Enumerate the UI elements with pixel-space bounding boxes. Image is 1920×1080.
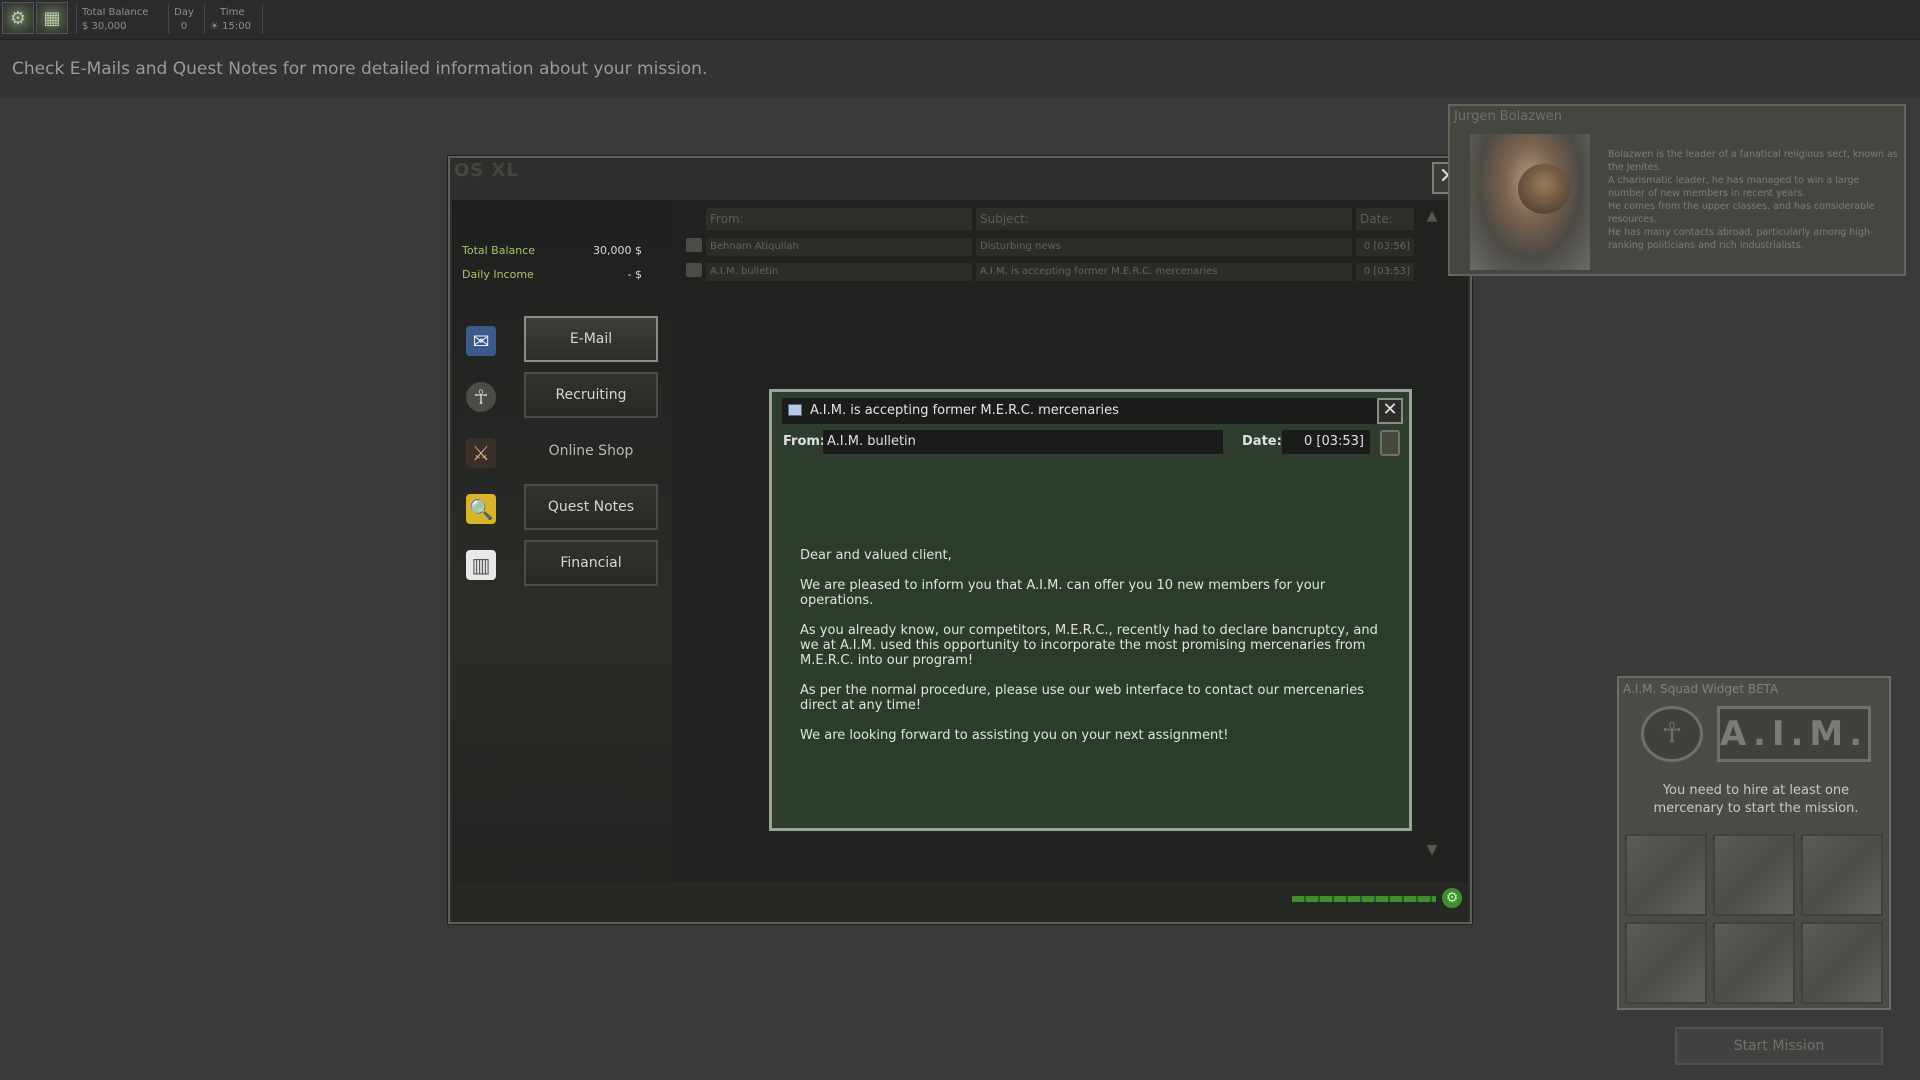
column-header-date[interactable]: Date: (1356, 208, 1414, 230)
sidebar-item-recruiting[interactable]: ☥ Recruiting (462, 372, 662, 420)
mail-read-icon (686, 263, 702, 277)
email-date: 0 [03:53] (1356, 263, 1414, 281)
sun-icon: ☀ (210, 21, 219, 32)
total-balance-label: Total Balance (82, 7, 149, 18)
message-paragraph: We are pleased to inform you that A.I.M.… (800, 578, 1326, 608)
mission-hint-text: Check E-Mails and Quest Notes for more d… (12, 59, 708, 79)
mission-hint-banner: Check E-Mails and Quest Notes for more d… (0, 40, 1920, 98)
squad-widget: A.I.M. Squad Widget BETA ☥ A.I.M. You ne… (1617, 676, 1891, 1010)
shop-icon: ⚔ (466, 438, 496, 468)
bio-line: He comes from the upper classes, and has… (1608, 201, 1875, 225)
day-label: Day (174, 7, 194, 18)
divider (204, 4, 205, 34)
day-display: Day 0 (174, 6, 194, 34)
aim-logo: A.I.M. (1717, 706, 1871, 762)
mercenary-slot[interactable] (1801, 922, 1883, 1004)
financial-button[interactable]: Financial (524, 540, 658, 586)
message-paragraph: Dear and valued client, (800, 548, 952, 563)
scroll-down-arrow-icon[interactable]: ▼ (1420, 842, 1444, 864)
message-paragraph: As you already know, our competitors, M.… (800, 623, 1378, 668)
email-from: Behnam Atiqullah (706, 238, 972, 256)
time-display: Time ☀ 15:00 (210, 6, 251, 34)
recruiting-button[interactable]: Recruiting (524, 372, 658, 418)
message-close-button[interactable]: ✕ (1377, 398, 1403, 424)
daily-income-value: - $ (627, 268, 642, 281)
mercenary-slot[interactable] (1625, 834, 1707, 916)
message-body: Dear and valued client, We are pleased t… (782, 464, 1402, 816)
sidebar-item-online-shop[interactable]: ⚔ Online Shop (462, 428, 662, 476)
folder-search-icon: 🔍 (466, 494, 496, 524)
aim-icon: ☥ (1641, 706, 1703, 762)
mercenary-slot[interactable] (1713, 834, 1795, 916)
character-name: Jurgen Bolazwen (1454, 109, 1562, 124)
mercenary-slot[interactable] (1801, 834, 1883, 916)
map-icon[interactable]: ▦ (36, 2, 68, 34)
column-header-subject[interactable]: Subject: (976, 208, 1352, 230)
squad-message: You need to hire at least one mercenary … (1653, 783, 1859, 816)
message-title-bar: A.I.M. is accepting former M.E.R.C. merc… (782, 398, 1380, 424)
character-portrait-panel: Jurgen Bolazwen Bolazwen is the leader o… (1448, 104, 1906, 276)
trash-icon[interactable] (1380, 430, 1400, 456)
start-mission-button[interactable]: Start Mission (1675, 1027, 1883, 1065)
loading-progress-bar (1292, 896, 1436, 902)
mercenary-slot[interactable] (1625, 922, 1707, 1004)
character-portrait (1470, 134, 1590, 270)
laptop-daily-income: Daily Income - $ (462, 268, 642, 281)
sidebar-item-quest-notes[interactable]: 🔍 Quest Notes (462, 484, 662, 532)
date-label: Date: (1242, 434, 1282, 449)
email-date: 0 [03:56] (1356, 238, 1414, 256)
email-from: A.I.M. bulletin (706, 263, 972, 281)
email-message-dialog: A.I.M. is accepting former M.E.R.C. merc… (769, 389, 1412, 831)
bio-line: Bolazwen is the leader of a fanatical re… (1608, 149, 1898, 173)
bio-line: He has many contacts abroad, particularl… (1608, 227, 1874, 251)
quest-notes-button[interactable]: Quest Notes (524, 484, 658, 530)
divider (76, 4, 77, 34)
close-icon: ✕ (1382, 399, 1398, 420)
laptop-footer: ⚙ (452, 882, 1468, 922)
time-label: Time (220, 7, 245, 18)
mail-read-icon (686, 238, 702, 252)
total-balance-value: $ 30,000 (82, 21, 127, 32)
sidebar-item-financial[interactable]: ▥ Financial (462, 540, 662, 588)
gear-icon[interactable]: ⚙ (1442, 888, 1462, 908)
total-balance-value: 30,000 $ (593, 244, 642, 257)
from-label: From: (783, 434, 826, 449)
aim-icon: ☥ (466, 382, 496, 412)
date-field: 0 [03:53] (1282, 430, 1370, 454)
total-balance-display: Total Balance $ 30,000 (82, 6, 148, 34)
bio-line: A charismatic leader, he has managed to … (1608, 175, 1860, 199)
book-icon: ▥ (466, 550, 496, 580)
laptop-os-title: OS XL (454, 160, 519, 181)
from-field: A.I.M. bulletin (823, 430, 1223, 454)
total-balance-label: Total Balance (462, 244, 536, 257)
mercenary-slot[interactable] (1713, 922, 1795, 1004)
message-title: A.I.M. is accepting former M.E.R.C. merc… (810, 403, 1119, 418)
settings-gear-icon[interactable]: ⚙ (2, 2, 34, 34)
character-bio: Bolazwen is the leader of a fanatical re… (1608, 148, 1898, 252)
scroll-up-arrow-icon[interactable]: ▲ (1420, 208, 1444, 230)
message-paragraph: As per the normal procedure, please use … (800, 683, 1365, 713)
squad-widget-title: A.I.M. Squad Widget BETA (1623, 682, 1779, 696)
day-value: 0 (180, 21, 188, 32)
time-value: 15:00 (222, 21, 251, 32)
mail-icon (788, 404, 802, 416)
divider (168, 4, 169, 34)
daily-income-label: Daily Income (462, 268, 534, 281)
laptop-sidebar: Total Balance 30,000 $ Daily Income - $ … (452, 200, 672, 882)
email-subject: A.I.M. is accepting former M.E.R.C. merc… (976, 263, 1352, 281)
divider (262, 4, 263, 34)
top-status-bar: ⚙ ▦ Total Balance $ 30,000 Day 0 Time ☀ … (0, 0, 1920, 40)
laptop-total-balance: Total Balance 30,000 $ (462, 244, 642, 257)
column-header-from[interactable]: From: (706, 208, 972, 230)
email-button[interactable]: E-Mail (524, 316, 658, 362)
sidebar-item-email[interactable]: ✉ E-Mail (462, 316, 662, 364)
mail-icon: ✉ (466, 326, 496, 356)
message-paragraph: We are looking forward to assisting you … (800, 728, 1229, 743)
email-subject: Disturbing news (976, 238, 1352, 256)
online-shop-button[interactable]: Online Shop (524, 428, 658, 474)
portrait-head-shape (1518, 164, 1570, 214)
